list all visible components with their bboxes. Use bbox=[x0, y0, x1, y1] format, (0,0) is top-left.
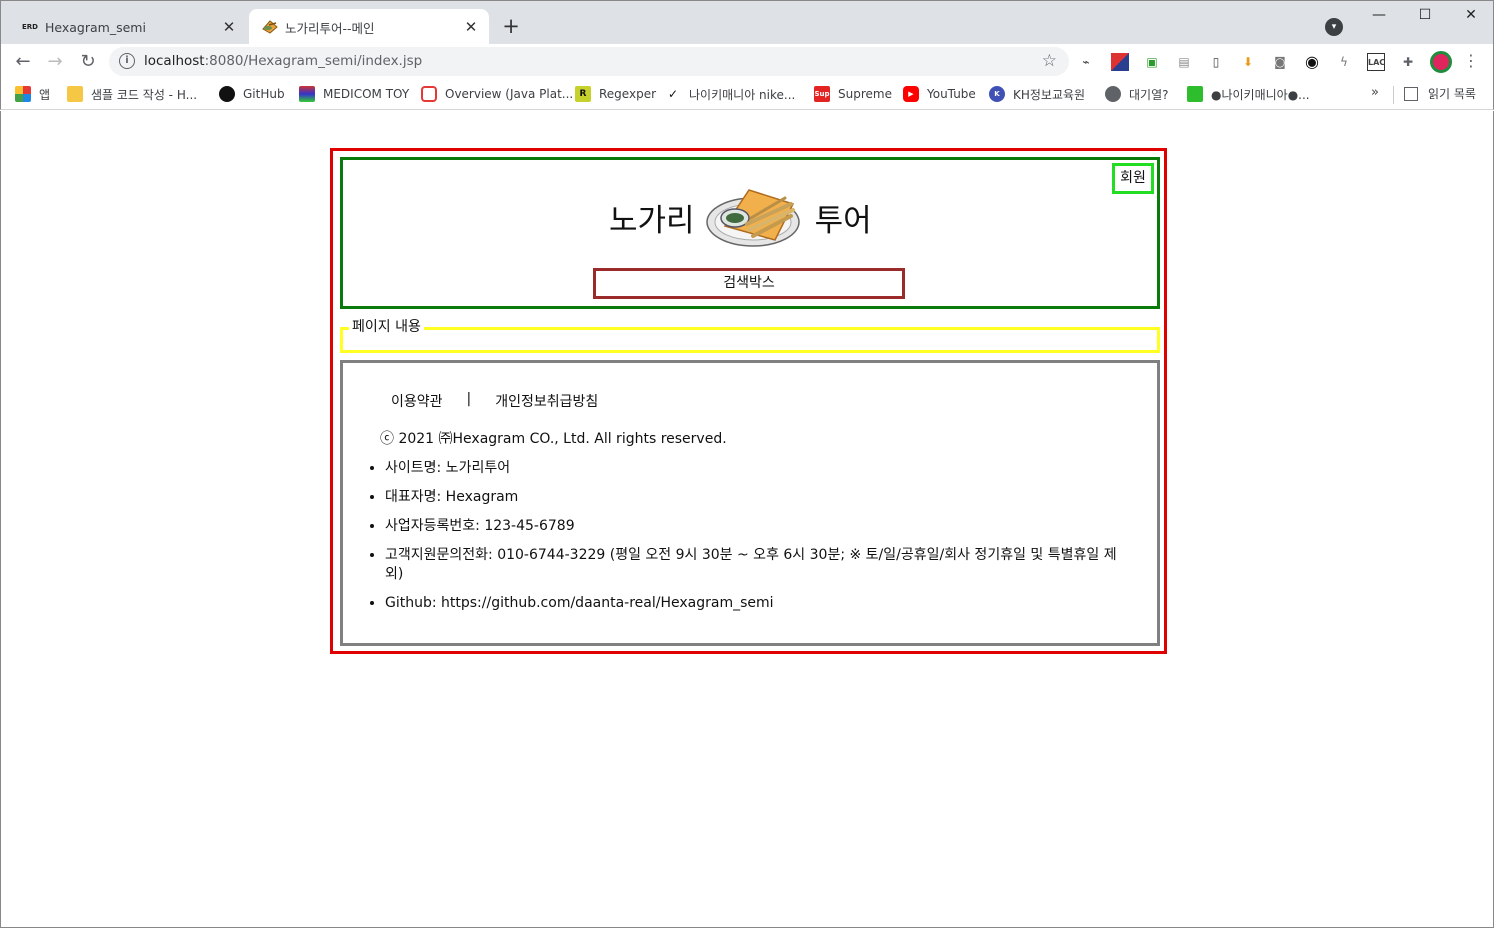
bookmark-java-overview[interactable]: Overview (Java Plat... bbox=[421, 84, 573, 104]
food-icon bbox=[261, 19, 279, 35]
terms-link[interactable]: 이용약관 bbox=[391, 391, 443, 411]
medicom-icon bbox=[299, 86, 315, 102]
bookmark-youtube[interactable]: ▶ YouTube bbox=[903, 84, 976, 104]
extensions-puzzle-icon[interactable]: ✚ bbox=[1399, 53, 1417, 71]
window-close-icon[interactable]: ✕ bbox=[1451, 7, 1491, 27]
list-item: 사이트명: 노가리투어 bbox=[385, 459, 1125, 478]
bookmark-supreme[interactable]: Sup Supreme bbox=[814, 84, 892, 104]
extension-download-icon[interactable]: ⬇ bbox=[1239, 53, 1257, 71]
footer-link-separator: | bbox=[466, 391, 472, 407]
globe-icon bbox=[1105, 86, 1121, 102]
regex-icon: R bbox=[575, 86, 591, 102]
copyright-text: ⓒ 2021 ㈜Hexagram CO., Ltd. All rights re… bbox=[380, 431, 727, 447]
kh-icon: K bbox=[989, 86, 1005, 102]
list-item: 고객지원문의전화: 010-6744-3229 (평일 오전 9시 30분 ~ … bbox=[385, 546, 1125, 584]
extension-camera-icon[interactable]: ◙ bbox=[1271, 53, 1289, 71]
bookmarks-bar: 앱 샘플 코드 작성 - H... GitHub MEDICOM TOY Ove… bbox=[0, 79, 1494, 110]
profile-avatar[interactable] bbox=[1430, 51, 1452, 73]
logo-text-left: 노가리 bbox=[609, 202, 695, 239]
list-item: 대표자명: Hexagram bbox=[385, 488, 1125, 507]
search-box[interactable]: 검색박스 bbox=[593, 268, 905, 299]
page-viewport: 회원 노가리 투어 검색박스 페이지 내용 이용약관 | 개인정보취급방침 ⓒ … bbox=[0, 111, 1494, 928]
forward-arrow-icon[interactable]: → bbox=[42, 49, 68, 75]
site-header: 회원 노가리 투어 검색박스 bbox=[340, 157, 1160, 309]
tab-search-icon[interactable]: ▾ bbox=[1325, 18, 1343, 36]
list-item: Github: https://github.com/daanta-real/H… bbox=[385, 594, 1125, 613]
apps-icon bbox=[15, 86, 31, 102]
bookmarks-divider bbox=[1393, 86, 1394, 104]
extension-circle-icon[interactable]: ◉ bbox=[1303, 53, 1321, 71]
browser-toolbar: ← → ↻ i localhost:8080/Hexagram_semi/ind… bbox=[0, 44, 1494, 79]
tab-hexagram-semi[interactable]: ERD Hexagram_semi ✕ bbox=[9, 9, 247, 45]
chat-icon bbox=[1187, 86, 1203, 102]
nike-icon: ✓ bbox=[667, 87, 679, 101]
bookmark-medicom[interactable]: MEDICOM TOY bbox=[299, 84, 409, 104]
list-item: 사업자등록번호: 123-45-6789 bbox=[385, 517, 1125, 536]
dried-fish-plate-icon bbox=[705, 189, 800, 247]
close-icon[interactable]: ✕ bbox=[219, 17, 239, 37]
footer-links: 이용약관 | 개인정보취급방침 bbox=[391, 391, 598, 411]
login-button[interactable]: 회원 bbox=[1112, 163, 1154, 194]
bookmark-kh[interactable]: K KH정보교육원 bbox=[989, 84, 1085, 104]
erd-icon: ERD bbox=[22, 23, 38, 31]
oracle-icon bbox=[421, 86, 437, 102]
site-logo[interactable]: 노가리 투어 bbox=[609, 182, 872, 252]
new-tab-button[interactable]: + bbox=[499, 15, 523, 39]
bookmark-star-icon[interactable]: ☆ bbox=[1042, 51, 1057, 71]
close-icon[interactable]: ✕ bbox=[461, 17, 481, 37]
content-legend: 페이지 내용 bbox=[349, 318, 424, 336]
youtube-icon: ▶ bbox=[903, 86, 919, 102]
supreme-icon: Sup bbox=[814, 86, 830, 102]
extension-pulse-icon[interactable]: ⌁ bbox=[1077, 53, 1095, 71]
company-info-list: 사이트명: 노가리투어 대표자명: Hexagram 사업자등록번호: 123-… bbox=[385, 459, 1125, 623]
folder-icon bbox=[67, 86, 83, 102]
tab-title: 노가리투어--메인 bbox=[285, 20, 375, 36]
github-icon bbox=[219, 86, 235, 102]
maximize-icon[interactable]: ☐ bbox=[1405, 7, 1445, 27]
reload-icon[interactable]: ↻ bbox=[75, 49, 101, 75]
bookmark-nikemania[interactable]: ✓ 나이키매니아 nike... bbox=[665, 84, 795, 104]
page-content: 페이지 내용 bbox=[340, 318, 1160, 353]
tab-main[interactable]: 노가리투어--메인 ✕ bbox=[249, 9, 489, 45]
menu-kebab-icon[interactable]: ⋮ bbox=[1463, 51, 1479, 70]
extension-bolt-icon[interactable]: ϟ bbox=[1335, 53, 1353, 71]
extension-mouse-icon[interactable]: ▯ bbox=[1207, 53, 1225, 71]
bookmark-regexper[interactable]: R Regexper bbox=[575, 84, 656, 104]
logo-text-right: 투어 bbox=[814, 202, 872, 239]
bookmark-queue[interactable]: 대기열? bbox=[1105, 84, 1169, 104]
tab-strip: ERD Hexagram_semi ✕ 노가리투어--메인 ✕ + ▾ — ☐ … bbox=[0, 0, 1494, 45]
back-arrow-icon[interactable]: ← bbox=[10, 49, 36, 75]
site-info-icon[interactable]: i bbox=[119, 53, 135, 69]
extension-lac-icon[interactable]: LAC bbox=[1367, 53, 1385, 71]
address-bar[interactable]: i localhost:8080/Hexagram_semi/index.jsp… bbox=[109, 47, 1069, 76]
extension-screen-icon[interactable]: ▣ bbox=[1143, 53, 1161, 71]
reading-list-icon bbox=[1404, 86, 1418, 101]
bookmark-github[interactable]: GitHub bbox=[219, 84, 285, 104]
extension-cast-icon[interactable]: ▤ bbox=[1175, 53, 1193, 71]
bookmark-nikemania-2[interactable]: ●나이키매니아●... bbox=[1187, 84, 1310, 104]
extension-flag-icon[interactable] bbox=[1111, 53, 1129, 71]
bookmark-apps[interactable]: 앱 bbox=[15, 84, 50, 104]
minimize-icon[interactable]: — bbox=[1359, 7, 1399, 27]
bookmarks-more-icon[interactable]: » bbox=[1371, 85, 1379, 100]
url-text[interactable]: localhost:8080/Hexagram_semi/index.jsp bbox=[144, 53, 422, 69]
page-container: 회원 노가리 투어 검색박스 페이지 내용 이용약관 | 개인정보취급방침 ⓒ … bbox=[330, 148, 1167, 654]
privacy-link[interactable]: 개인정보취급방침 bbox=[495, 391, 598, 411]
bookmark-sample-code[interactable]: 샘플 코드 작성 - H... bbox=[67, 84, 197, 104]
tab-title: Hexagram_semi bbox=[45, 19, 146, 35]
reading-list[interactable]: 읽기 목록 bbox=[1404, 85, 1476, 102]
site-footer: 이용약관 | 개인정보취급방침 ⓒ 2021 ㈜Hexagram CO., Lt… bbox=[340, 360, 1160, 646]
